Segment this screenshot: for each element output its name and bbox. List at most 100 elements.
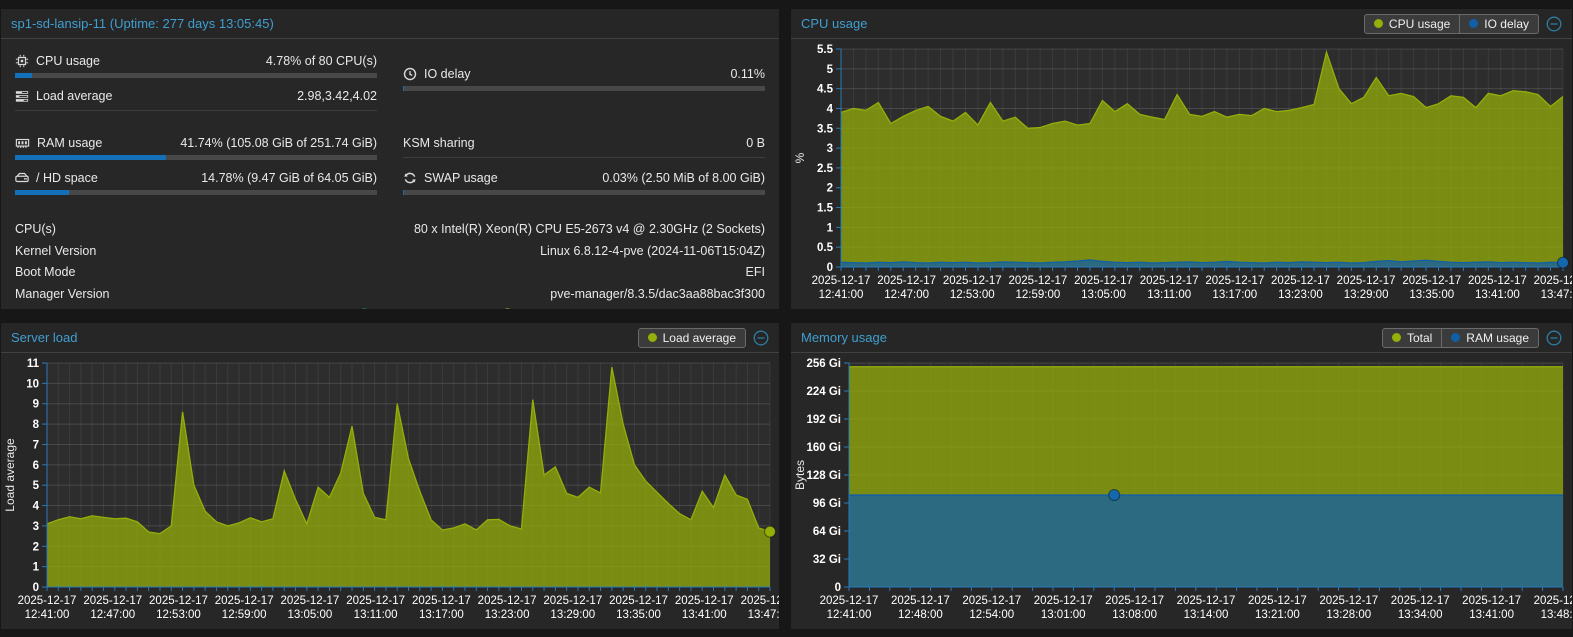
- svg-text:96 Gi: 96 Gi: [813, 498, 841, 510]
- svg-text:13:29:00: 13:29:00: [1344, 289, 1389, 301]
- svg-text:13:11:00: 13:11:00: [354, 609, 398, 621]
- hdd-icon: [15, 171, 29, 185]
- cpu-usage-chart-title: CPU usage: [801, 16, 867, 31]
- memory-usage-panel: Memory usage TotalRAM usage 032 Gi64 Gi9…: [790, 322, 1573, 630]
- svg-text:2025-12-17: 2025-12-17: [1462, 595, 1521, 607]
- svg-text:13:23:00: 13:23:00: [485, 609, 530, 621]
- svg-text:2.5: 2.5: [817, 163, 834, 175]
- svg-text:13:41:00: 13:41:00: [1475, 289, 1520, 301]
- svg-text:3: 3: [827, 143, 833, 155]
- swap-usage-value: 0.03% (2.50 MiB of 8.00 GiB): [602, 171, 765, 185]
- kernel-version-label: Kernel Version: [15, 241, 96, 263]
- svg-text:2025-12-17: 2025-12-17: [943, 275, 1002, 287]
- svg-text:13:14:00: 13:14:00: [1184, 609, 1229, 621]
- svg-text:32 Gi: 32 Gi: [813, 554, 841, 566]
- svg-text:2025-12-17: 2025-12-17: [149, 595, 208, 607]
- svg-text:6: 6: [33, 460, 39, 472]
- ram-usage-progressbar: [15, 155, 377, 160]
- svg-text:2025-12-17: 2025-12-17: [609, 595, 668, 607]
- legend-item-total[interactable]: Total: [1382, 328, 1442, 348]
- svg-text:12:41:00: 12:41:00: [819, 289, 864, 301]
- svg-text:12:59:00: 12:59:00: [222, 609, 267, 621]
- svg-text:12:41:00: 12:41:00: [25, 609, 70, 621]
- repository-status-row: Repository Status Proxmox VE updates Non…: [15, 305, 765, 310]
- svg-text:4: 4: [827, 103, 834, 115]
- svg-text:2025-12-17: 2025-12-17: [83, 595, 142, 607]
- svg-text:2025-12-17: 2025-12-17: [1468, 275, 1527, 287]
- legend-item-ram-usage[interactable]: RAM usage: [1442, 328, 1539, 348]
- svg-text:9: 9: [33, 399, 39, 411]
- svg-text:2025-12-17: 2025-12-17: [215, 595, 274, 607]
- svg-text:0: 0: [835, 582, 841, 594]
- svg-text:2025-12-17: 2025-12-17: [346, 595, 405, 607]
- svg-text:2025-12-17: 2025-12-17: [18, 595, 77, 607]
- svg-text:1.5: 1.5: [817, 203, 834, 215]
- legend-item-io-delay[interactable]: IO delay: [1460, 14, 1539, 34]
- cpu-usage-legend: CPU usageIO delay: [1364, 14, 1539, 34]
- load-average-row: Load average 2.98,3.42,4.02: [15, 86, 377, 105]
- svg-text:2025-12-17: 2025-12-17: [1034, 595, 1093, 607]
- svg-text:2025-12-17: 2025-12-17: [1205, 275, 1264, 287]
- legend-color-dot: [648, 333, 657, 342]
- svg-text:13:17:00: 13:17:00: [1212, 289, 1257, 301]
- svg-text:13:29:00: 13:29:00: [550, 609, 595, 621]
- collapse-panel-icon[interactable]: [1546, 16, 1562, 32]
- cpu-usage-chart[interactable]: 00.511.522.533.544.555.5%2025-12-1712:41…: [791, 39, 1572, 309]
- swap-usage-row: SWAP usage 0.03% (2.50 MiB of 8.00 GiB): [403, 168, 765, 187]
- io-delay-row: IO delay 0.11%: [403, 64, 765, 83]
- svg-text:13:08:00: 13:08:00: [1112, 609, 1157, 621]
- svg-text:7: 7: [33, 439, 39, 451]
- svg-text:2025-12-17: 2025-12-17: [1271, 275, 1330, 287]
- server-load-chart[interactable]: 01234567891011Load average2025-12-1712:4…: [1, 353, 779, 629]
- svg-text:2025-12-17: 2025-12-17: [1337, 275, 1396, 287]
- svg-text:12:53:00: 12:53:00: [156, 609, 201, 621]
- svg-text:2025-12-17: 2025-12-17: [478, 595, 537, 607]
- hd-space-value: 14.78% (9.47 GiB of 64.05 GiB): [201, 171, 377, 185]
- cpu-usage-chart-header: CPU usage CPU usageIO delay: [791, 9, 1572, 39]
- cpu-usage-value: 4.78% of 80 CPU(s): [266, 54, 377, 68]
- memory-usage-chart-title: Memory usage: [801, 330, 887, 345]
- svg-text:2025-12-17: 2025-12-17: [962, 595, 1021, 607]
- svg-text:13:11:00: 13:11:00: [1147, 289, 1191, 301]
- svg-text:Load average: Load average: [3, 438, 17, 512]
- svg-text:12:54:00: 12:54:00: [969, 609, 1014, 621]
- cpu-usage-label: CPU usage: [36, 54, 100, 68]
- svg-text:2025-12-17: 2025-12-17: [1391, 595, 1450, 607]
- svg-text:13:21:00: 13:21:00: [1255, 609, 1300, 621]
- svg-text:224 Gi: 224 Gi: [806, 386, 841, 398]
- collapse-panel-icon[interactable]: [753, 330, 769, 346]
- svg-text:12:41:00: 12:41:00: [827, 609, 872, 621]
- row-separator: [15, 110, 377, 111]
- manager-version-row: Manager Version pve-manager/8.3.5/dac3aa…: [15, 284, 765, 306]
- kernel-version-row: Kernel Version Linux 6.8.12-4-pve (2024-…: [15, 241, 765, 263]
- legend-item-cpu-usage[interactable]: CPU usage: [1364, 14, 1460, 34]
- repo-warning-link[interactable]: Non production-ready repository enabled!: [500, 305, 765, 310]
- svg-text:2025-12-17: 2025-12-17: [1534, 595, 1572, 607]
- svg-text:4.5: 4.5: [817, 84, 834, 96]
- legend-item-load-average[interactable]: Load average: [638, 328, 746, 348]
- cpu-usage-row: CPU usage 4.78% of 80 CPU(s): [15, 51, 377, 70]
- svg-text:2025-12-17: 2025-12-17: [1248, 595, 1307, 607]
- collapse-panel-icon[interactable]: [1546, 330, 1562, 346]
- cpu-icon: [15, 54, 29, 68]
- svg-text:2025-12-17: 2025-12-17: [741, 595, 779, 607]
- svg-text:13:41:00: 13:41:00: [1469, 609, 1514, 621]
- svg-text:13:17:00: 13:17:00: [419, 609, 464, 621]
- memory-usage-chart[interactable]: 032 Gi64 Gi96 Gi128 Gi160 Gi192 Gi224 Gi…: [791, 353, 1572, 629]
- legend-color-dot: [1451, 333, 1460, 342]
- boot-mode-row: Boot Mode EFI: [15, 262, 765, 284]
- svg-text:13:47:00: 13:47:00: [748, 609, 779, 621]
- node-title: sp1-sd-lansip-11 (Uptime: 277 days 13:05…: [11, 16, 274, 31]
- svg-text:5.5: 5.5: [817, 44, 834, 56]
- hd-space-progressbar: [15, 190, 377, 195]
- row-separator: [403, 157, 765, 158]
- svg-text:13:35:00: 13:35:00: [1409, 289, 1454, 301]
- svg-text:3.5: 3.5: [817, 123, 834, 135]
- refresh-icon: [403, 171, 417, 185]
- svg-text:2025-12-17: 2025-12-17: [412, 595, 471, 607]
- svg-text:12:47:00: 12:47:00: [884, 289, 929, 301]
- svg-text:2025-12-17: 2025-12-17: [1008, 275, 1067, 287]
- node-status-header: sp1-sd-lansip-11 (Uptime: 277 days 13:05…: [1, 9, 779, 39]
- svg-text:1: 1: [827, 222, 834, 234]
- hd-space-label: / HD space: [36, 171, 98, 185]
